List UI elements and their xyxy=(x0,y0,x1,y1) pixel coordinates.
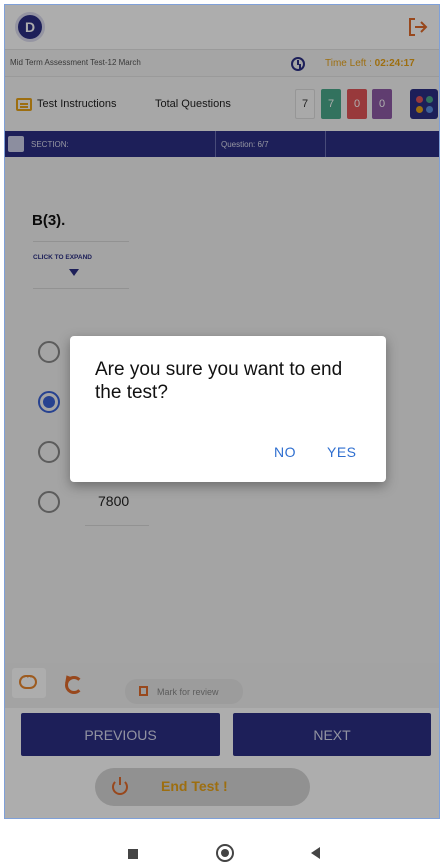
dialog-message: Are you sure you want to end the test? xyxy=(95,359,343,403)
dialog-no-button[interactable]: NO xyxy=(274,444,296,460)
app-screen: D Mid Term Assessment Test-12 March Time… xyxy=(4,4,440,819)
home-icon[interactable] xyxy=(216,844,234,862)
end-test-dialog: Are you sure you want to end the test? N… xyxy=(70,336,386,482)
dialog-yes-button[interactable]: YES xyxy=(327,444,357,460)
recent-apps-icon[interactable] xyxy=(128,849,138,859)
system-navigation-bar xyxy=(0,819,444,863)
back-icon[interactable] xyxy=(311,847,320,859)
